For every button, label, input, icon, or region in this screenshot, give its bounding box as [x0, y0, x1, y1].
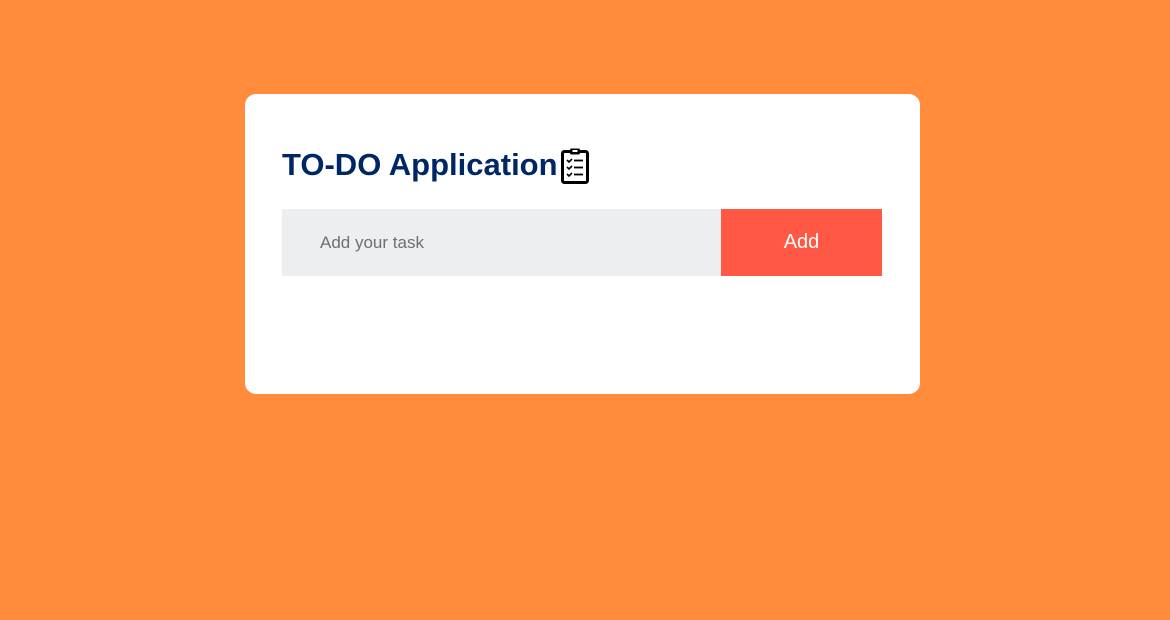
title-row: TO-DO Application: [282, 144, 590, 186]
add-task-button[interactable]: Add: [721, 209, 882, 276]
todo-card: TO-DO Application Add: [245, 94, 920, 394]
task-input-row: Add: [282, 209, 882, 276]
clipboard-icon: [560, 147, 590, 185]
app-title: TO-DO Application: [282, 147, 558, 182]
task-input[interactable]: [282, 209, 721, 276]
page-background: TO-DO Application Add: [0, 0, 1170, 620]
